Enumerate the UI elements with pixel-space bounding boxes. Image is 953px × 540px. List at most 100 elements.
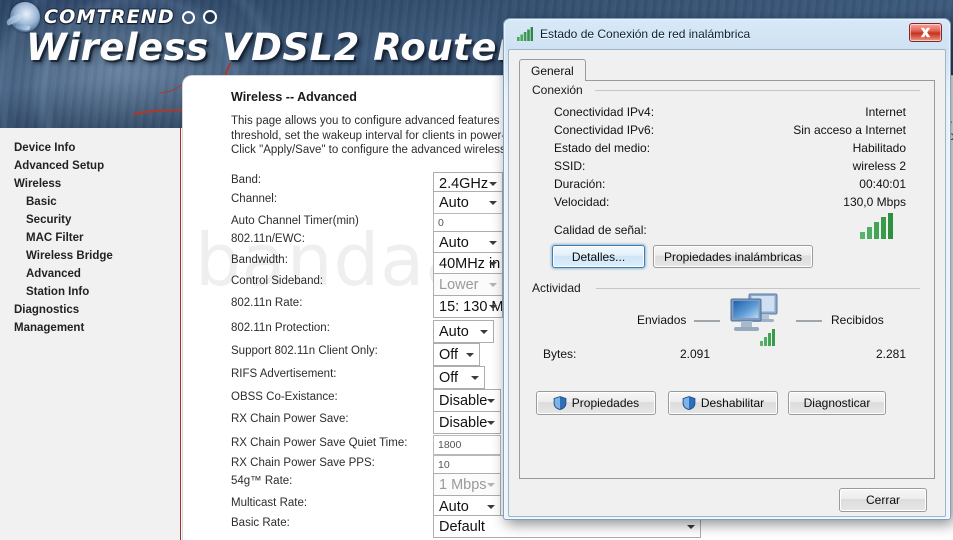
properties-button[interactable]: Propiedades (536, 391, 656, 415)
field-value-auto-channel-timer-min: 0 (438, 217, 444, 229)
received-label: Recibidos (831, 313, 884, 327)
field-value-basic-rate: Default (439, 518, 485, 535)
select-obss-co-existance[interactable]: Disable (433, 389, 501, 412)
chevron-down-icon (687, 524, 695, 529)
signal-quality-label: Calidad de señal: (554, 223, 647, 237)
field-value-rifs-advertisement: Off (439, 369, 459, 386)
chevron-down-icon (480, 329, 488, 334)
sent-connector-line (694, 320, 720, 322)
diagnose-button-label: Diagnosticar (803, 396, 871, 410)
diagnose-button[interactable]: Diagnosticar (788, 391, 886, 415)
select-channel[interactable]: Auto (433, 191, 503, 214)
select-support-802-11n-client-only[interactable]: Off (433, 343, 480, 366)
value-conectividad-ipv6: Sin acceso a Internet (793, 123, 906, 137)
label-conectividad-ipv6: Conectividad IPv6: (554, 123, 655, 137)
product-title: Wireless VDSL2 Router (26, 26, 516, 69)
input-rx-chain-power-save-pps[interactable]: 10 (433, 455, 501, 475)
page-title: Wireless -- Advanced (231, 90, 357, 104)
sidebar-item-device-info[interactable]: Device Info (0, 139, 180, 157)
input-rx-chain-power-save-quiet-time[interactable]: 1800 (433, 435, 501, 455)
brand-dot-filled-icon (202, 10, 217, 24)
sidebar-item-security[interactable]: Security (0, 211, 180, 229)
select-rifs-advertisement[interactable]: Off (433, 366, 485, 389)
dialog-title: Estado de Conexión de red inalámbrica (540, 27, 751, 41)
chevron-down-icon (487, 420, 495, 425)
sidebar-item-management[interactable]: Management (0, 319, 180, 337)
brand-dot-outline-icon (181, 10, 195, 24)
select-802-11n-ewc[interactable]: Auto (433, 231, 503, 254)
label-estado-del-medio: Estado del medio: (554, 141, 651, 155)
field-value-support-802-11n-client-only: Off (439, 346, 459, 363)
wireless-properties-button[interactable]: Propiedades inalámbricas (653, 245, 813, 268)
field-value-rx-chain-power-save-pps: 10 (438, 459, 450, 471)
sidebar-item-wireless[interactable]: Wireless (0, 175, 180, 193)
chevron-down-icon (487, 504, 495, 509)
sidebar-item-diagnostics[interactable]: Diagnostics (0, 301, 180, 319)
select-802-11n-rate[interactable]: 15: 130 M (433, 295, 503, 318)
chevron-down-icon (489, 304, 497, 309)
disable-button[interactable]: Deshabilitar (668, 391, 778, 415)
field-label-control-sideband: Control Sideband: (231, 275, 324, 287)
value-ssid: wireless 2 (852, 159, 906, 173)
select-bandwidth[interactable]: 40MHz in (433, 252, 503, 275)
sidebar-item-advanced-setup[interactable]: Advanced Setup (0, 157, 180, 175)
field-value-control-sideband: Lower (439, 276, 479, 293)
chevron-down-icon (489, 200, 497, 205)
field-label-rx-chain-power-save-quiet-time: RX Chain Power Save Quiet Time: (231, 437, 408, 449)
connection-group-label: Conexión (532, 83, 589, 97)
chevron-down-icon (489, 181, 497, 186)
tab-general[interactable]: General (519, 59, 586, 82)
field-label-rifs-advertisement: RIFS Advertisement: (231, 368, 337, 380)
select-rx-chain-power-save[interactable]: Disable (433, 411, 501, 434)
field-value-multicast-rate: Auto (439, 498, 469, 515)
bytes-label: Bytes: (543, 347, 577, 361)
field-label-rx-chain-power-save-pps: RX Chain Power Save PPS: (231, 457, 375, 469)
uac-shield-icon (682, 396, 696, 410)
connection-group-rule (595, 90, 920, 91)
value-duraci-n: 00:40:01 (859, 177, 906, 191)
chevron-down-icon (487, 482, 495, 487)
bytes-sent-value: 2.091 (679, 347, 710, 361)
dialog-titlebar[interactable]: Estado de Conexión de red inalámbrica (508, 19, 946, 49)
field-label-obss-co-existance: OBSS Co-Existance: (231, 391, 338, 403)
label-duraci-n: Duración: (554, 177, 606, 191)
wireless-status-dialog: Estado de Conexión de red inalámbrica Ge… (503, 18, 951, 520)
signal-quality-bars-icon (860, 213, 893, 239)
field-label-band: Band: (231, 174, 262, 186)
received-connector-line (796, 320, 822, 322)
wireless-properties-button-label: Propiedades inalámbricas (663, 249, 803, 264)
chevron-down-icon (489, 282, 497, 287)
properties-button-label: Propiedades (571, 396, 640, 410)
close-icon[interactable] (909, 23, 942, 42)
field-label-802-11n-rate: 802.11n Rate: (231, 297, 303, 309)
activity-group-rule (596, 288, 920, 289)
sidebar-item-mac-filter[interactable]: MAC Filter (0, 229, 180, 247)
field-label-802-11n-protection: 802.11n Protection: (231, 322, 330, 334)
signal-bars-icon (517, 27, 533, 41)
select-54g-rate[interactable]: 1 Mbps (433, 473, 501, 496)
input-auto-channel-timer-min[interactable]: 0 (433, 213, 503, 233)
field-value-802-11n-protection: Auto (439, 323, 469, 340)
field-label-bandwidth: Bandwidth: (231, 254, 288, 266)
field-value-802-11n-ewc: Auto (439, 234, 469, 251)
field-value-obss-co-existance: Disable (439, 392, 488, 409)
select-control-sideband[interactable]: Lower (433, 273, 503, 296)
sidebar-item-station-info[interactable]: Station Info (0, 283, 180, 301)
chevron-down-icon (466, 352, 474, 357)
brand-name: COMTREND (43, 5, 175, 29)
field-label-multicast-rate: Multicast Rate: (231, 497, 308, 509)
label-conectividad-ipv4: Conectividad IPv4: (554, 105, 655, 119)
details-button[interactable]: Detalles... (552, 245, 645, 268)
value-estado-del-medio: Habilitado (852, 141, 906, 155)
sidebar-item-advanced[interactable]: Advanced (0, 265, 180, 283)
sidebar-item-basic[interactable]: Basic (0, 193, 180, 211)
activity-group-label: Actividad (532, 281, 587, 295)
chevron-down-icon (487, 398, 495, 403)
sidebar-item-wireless-bridge[interactable]: Wireless Bridge (0, 247, 180, 265)
close-dialog-button[interactable]: Cerrar (839, 488, 927, 512)
field-label-54g-rate: 54g™ Rate: (231, 475, 293, 487)
select-802-11n-protection[interactable]: Auto (433, 320, 494, 343)
sidebar-nav: Device Info Advanced Setup Wireless Basic Se… (0, 128, 181, 540)
close-dialog-button-label: Cerrar (865, 493, 900, 507)
label-ssid: SSID: (554, 159, 586, 173)
